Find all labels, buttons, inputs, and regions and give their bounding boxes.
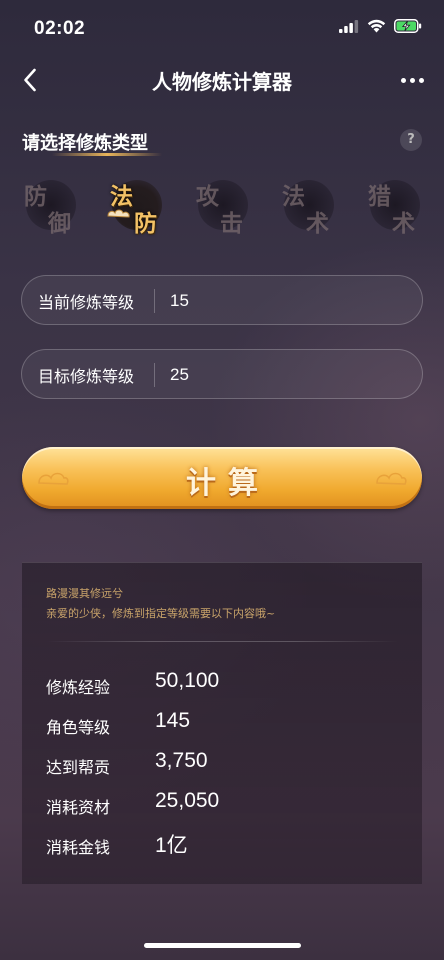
type-char: 防 — [134, 210, 157, 237]
result-intro: 亲爱的少侠，修炼到指定等级需要以下内容哦~ — [46, 607, 276, 620]
type-option-attack[interactable]: 攻 击 — [194, 176, 252, 237]
type-option-defense[interactable]: 防 御 — [22, 176, 80, 237]
cloud-swirl-icon — [376, 472, 407, 485]
signal-icon — [339, 19, 359, 33]
calculate-button[interactable]: 计算 — [22, 447, 422, 509]
result-label: 达到帮贡 — [46, 758, 111, 777]
result-label: 角色等级 — [46, 718, 111, 737]
more-horizontal-icon — [400, 77, 406, 83]
type-option-hunting[interactable]: 猎 术 — [366, 176, 424, 237]
result-row-exp: 修炼经验 50,100 — [46, 669, 406, 699]
battery-charging-icon — [394, 19, 422, 33]
result-label: 消耗资材 — [46, 798, 111, 817]
type-char: 法 — [282, 183, 305, 210]
type-char: 术 — [392, 210, 415, 237]
target-level-input[interactable] — [170, 361, 400, 389]
type-option-magic[interactable]: 法 术 — [280, 176, 338, 237]
result-row-materials: 消耗资材 25,050 — [46, 789, 406, 819]
page-title: 人物修炼计算器 — [152, 70, 292, 94]
result-value: 3,750 — [155, 749, 208, 772]
title-underline — [52, 153, 162, 156]
type-char: 法 — [110, 183, 133, 210]
status-icons — [339, 19, 422, 33]
result-panel: 路漫漫其修远兮 亲爱的少侠，修炼到指定等级需要以下内容哦~ 修炼经验 50,10… — [22, 562, 422, 884]
status-bar: 02:02 — [0, 0, 444, 56]
field-divider — [154, 289, 155, 313]
result-label: 修炼经验 — [46, 678, 111, 697]
current-level-field: 当前修炼等级 — [21, 275, 423, 325]
type-char: 击 — [220, 210, 243, 237]
type-char: 防 — [24, 183, 47, 210]
status-time: 02:02 — [34, 18, 86, 39]
result-row-level: 角色等级 145 — [46, 709, 406, 739]
field-divider — [154, 363, 155, 387]
type-option-magic-defense[interactable]: 法 防 — [107, 176, 166, 237]
type-char: 御 — [48, 210, 71, 237]
calculate-button-label: 计算 — [186, 466, 270, 501]
wifi-icon — [367, 19, 386, 33]
target-level-field: 目标修炼等级 — [21, 349, 423, 399]
target-level-label: 目标修炼等级 — [38, 367, 135, 386]
result-label: 消耗金钱 — [46, 838, 111, 857]
result-value: 145 — [155, 709, 191, 732]
result-row-money: 消耗金钱 1亿 — [46, 829, 406, 859]
help-icon[interactable]: ? — [400, 129, 422, 151]
result-row-contribution: 达到帮贡 3,750 — [46, 749, 406, 779]
poem-line: 路漫漫其修远兮 — [46, 587, 123, 600]
home-indicator[interactable] — [144, 943, 301, 948]
divider — [46, 641, 398, 642]
result-value: 50,100 — [155, 669, 220, 692]
type-char: 术 — [306, 210, 329, 237]
type-char: 攻 — [196, 183, 219, 210]
nav-bar: 人物修炼计算器 — [0, 56, 444, 104]
result-value: 1亿 — [155, 834, 188, 857]
current-level-label: 当前修炼等级 — [38, 293, 135, 312]
cultivation-type-selector: 防 御 法 防 攻 击 法 术 猎 术 — [0, 168, 444, 246]
more-button[interactable] — [394, 64, 430, 96]
current-level-input[interactable] — [170, 287, 400, 315]
type-char: 猎 — [368, 183, 391, 210]
result-value: 25,050 — [155, 789, 220, 812]
section-title: 请选择修炼类型 — [22, 133, 148, 154]
